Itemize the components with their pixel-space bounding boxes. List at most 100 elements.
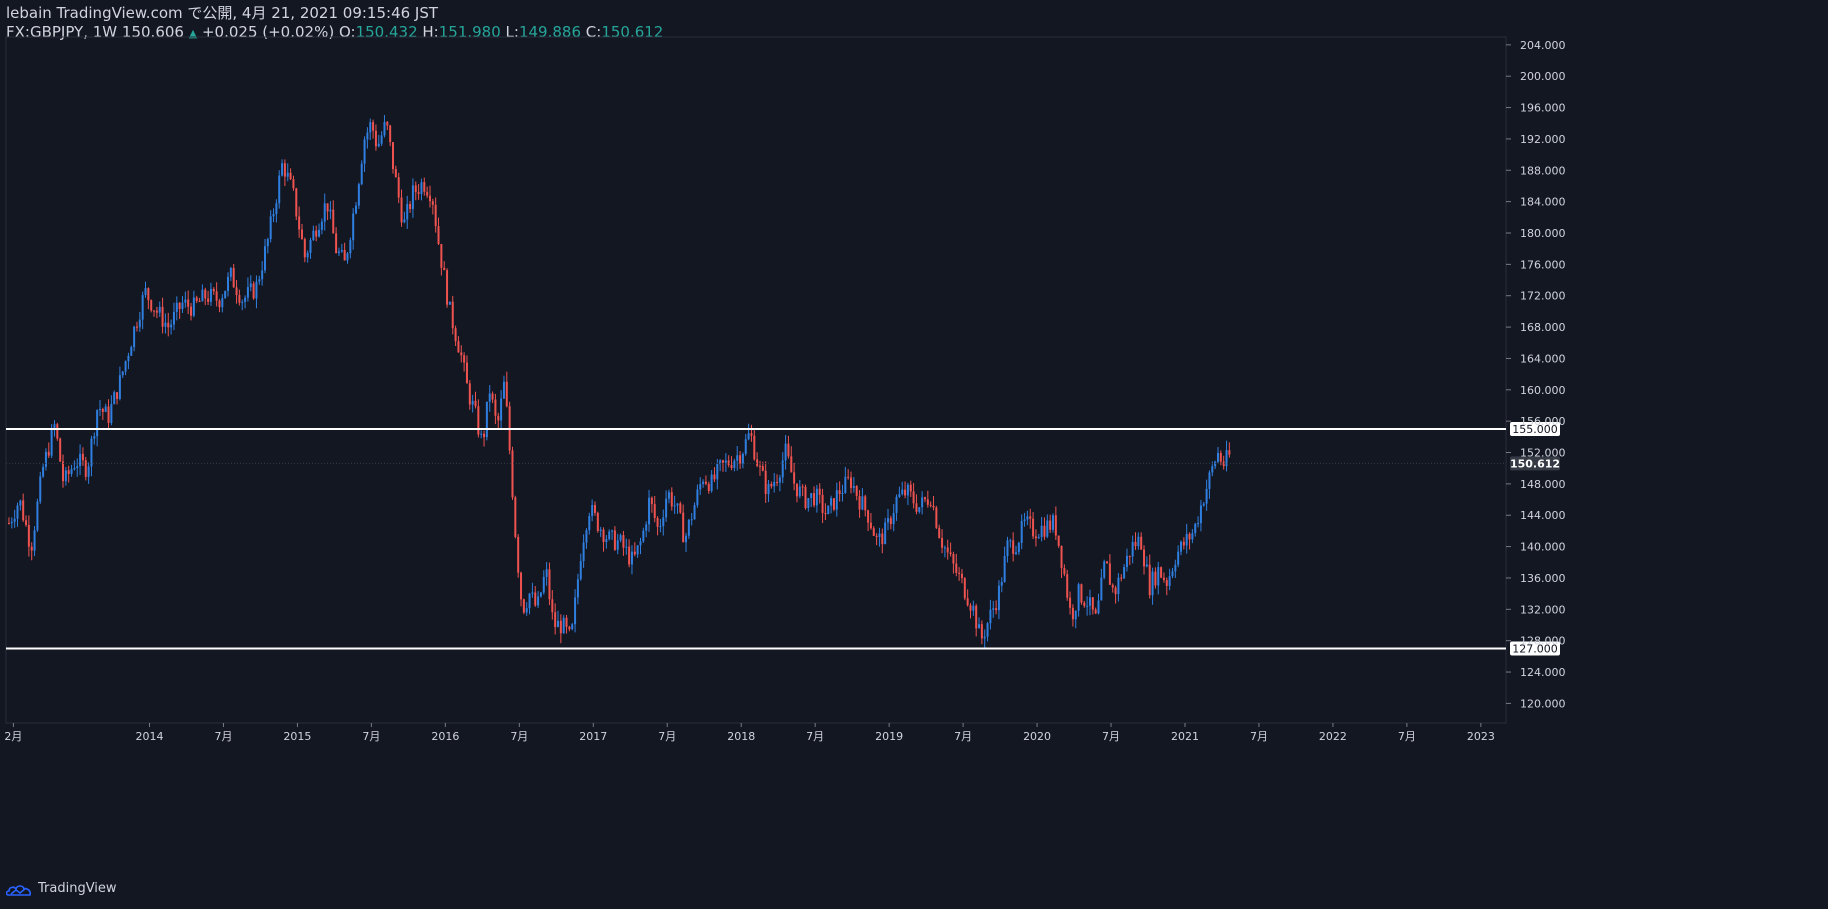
candle-down [22, 500, 25, 521]
candle-up [1000, 581, 1003, 586]
candle-up [377, 143, 380, 147]
candle-up [113, 392, 116, 405]
candle-down [147, 288, 150, 301]
candle-down [414, 185, 417, 193]
candle-down [776, 481, 779, 483]
price-axis[interactable]: 120.000 124.000 128.000 132.000 136.000 140.0… [1506, 39, 1566, 711]
candlestick-chart[interactable]: 155.000127.000150.612 120.000124.000128.… [0, 0, 1828, 909]
candle-up [73, 467, 76, 470]
candle-down [400, 197, 403, 223]
candle-down [1219, 452, 1222, 462]
candle-down [1143, 549, 1146, 567]
candle-up [241, 301, 244, 303]
candle-down [235, 287, 238, 296]
candle-down [554, 612, 557, 628]
candle-down [1182, 541, 1185, 546]
tradingview-logo[interactable]: TradingView [6, 881, 117, 896]
candle-down [790, 456, 793, 473]
candle-up [1023, 519, 1026, 521]
x-tick-label: 7月 [1102, 730, 1120, 743]
candle-up [158, 306, 161, 313]
candle-down [332, 209, 335, 234]
candle-up [1074, 610, 1077, 620]
candle-down [912, 491, 915, 504]
y-tick-label: 180.000 [1520, 227, 1566, 240]
candle-up [1151, 571, 1154, 596]
candle-up [349, 240, 352, 254]
candle-up [141, 295, 144, 320]
time-axis[interactable]: 2月 2014 7月 2015 7月 2016 7月 2017 7月 2018 7月 2019 7月 20… [4, 723, 1495, 743]
candle-down [764, 470, 767, 495]
candle-down [514, 497, 517, 537]
candle-down [904, 489, 907, 496]
candle-up [104, 406, 107, 412]
candle-down [84, 460, 87, 477]
candle-up [599, 529, 602, 531]
candle-up [886, 518, 889, 523]
candle-up [736, 455, 739, 461]
candle-up [676, 503, 679, 506]
candle-down [218, 300, 221, 308]
candle-down [520, 572, 523, 600]
candle-up [420, 182, 423, 194]
candle-up [172, 311, 175, 325]
candle-up [1211, 466, 1214, 473]
candle-up [98, 408, 101, 411]
candle-down [204, 289, 207, 299]
x-tick-label: 2019 [875, 730, 903, 743]
candle-up [50, 428, 53, 456]
candle-up [1009, 540, 1012, 542]
candle-down [995, 608, 998, 611]
candle-up [448, 301, 451, 305]
candle-down [505, 381, 508, 407]
candle-down [468, 383, 471, 405]
candle-down [303, 239, 306, 258]
y-tick-label: 168.000 [1520, 321, 1566, 334]
candle-up [42, 466, 45, 477]
candle-down [622, 535, 625, 548]
candle-up [1157, 567, 1160, 586]
candle-down [1083, 602, 1086, 606]
candle-up [1194, 523, 1197, 534]
candle-down [793, 472, 796, 484]
candle-down [1034, 536, 1037, 539]
candle-down [753, 435, 756, 460]
candle-down [431, 201, 434, 205]
candle-up [690, 519, 693, 521]
candle-up [852, 486, 855, 488]
candle-up [255, 281, 258, 299]
candle-up [1174, 564, 1177, 572]
candle-up [571, 624, 574, 630]
candle-down [107, 406, 110, 423]
candle-up [744, 439, 747, 454]
x-tick-label: 2020 [1023, 730, 1051, 743]
candle-up [1131, 541, 1134, 557]
candle-up [898, 494, 901, 497]
x-tick-label: 7月 [1250, 730, 1268, 743]
candle-down [392, 142, 395, 170]
candle-up [773, 481, 776, 487]
candle-up [588, 515, 591, 531]
candle-up [835, 490, 838, 510]
candle-down [739, 455, 742, 464]
candle-up [778, 477, 781, 483]
x-tick-label: 2022 [1319, 730, 1347, 743]
candle-down [824, 512, 827, 515]
candle-down [27, 525, 30, 547]
candle-up [611, 530, 614, 532]
candle-down [1134, 541, 1137, 547]
candle-up [878, 533, 881, 537]
candle-down [704, 481, 707, 484]
candle-up [1097, 600, 1100, 614]
candle-down [195, 297, 198, 302]
candle-down [770, 483, 773, 487]
candle-down [1114, 587, 1117, 595]
candle-up [209, 288, 212, 302]
candle-up [1086, 605, 1089, 607]
candle-down [155, 310, 158, 313]
candle-up [1020, 520, 1023, 543]
candle-down [187, 299, 190, 307]
candle-up [557, 620, 560, 628]
candle-up [1185, 533, 1188, 546]
candle-up [312, 230, 315, 241]
